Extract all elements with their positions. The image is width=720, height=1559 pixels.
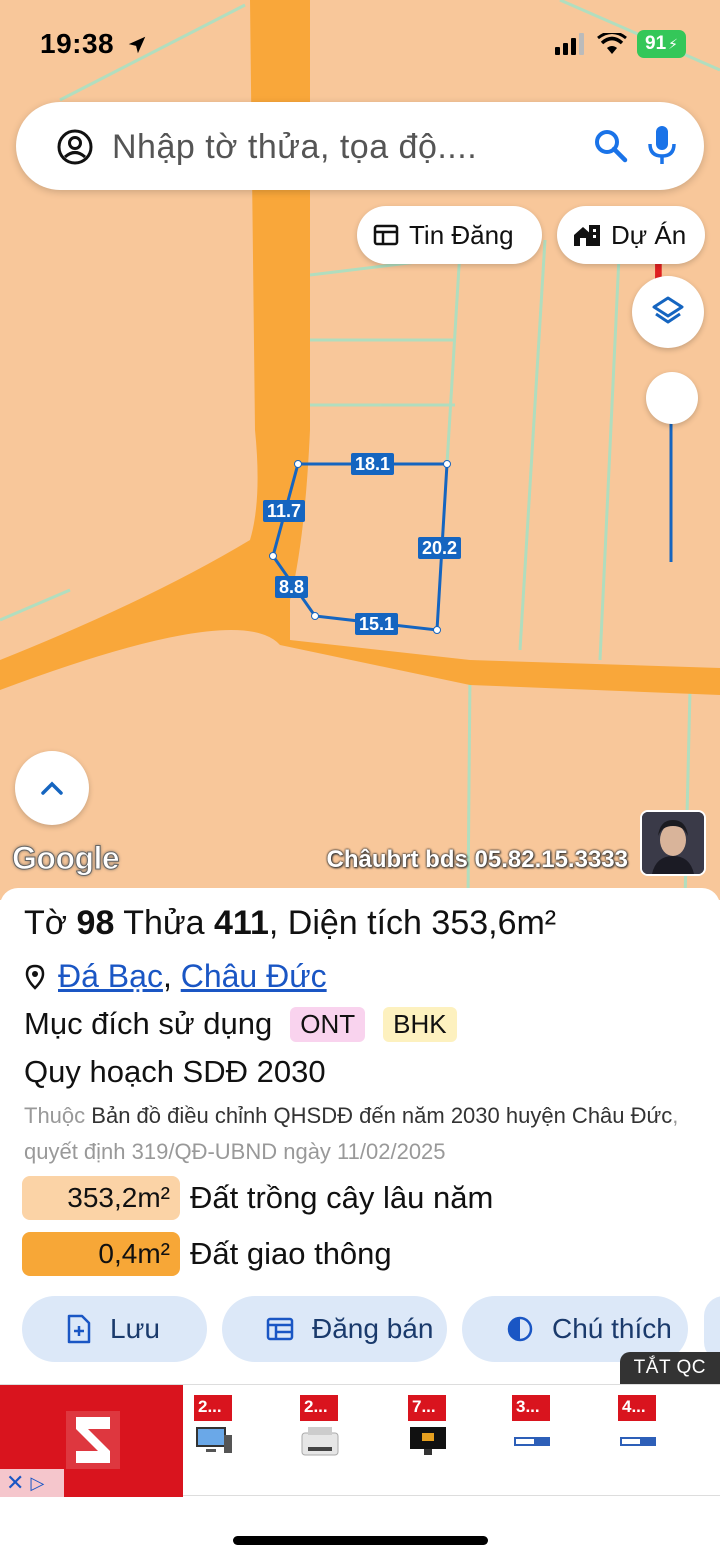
- signal-icon: [555, 33, 585, 55]
- sheet-label: Tờ: [24, 904, 68, 942]
- area-value-box: 353,2m²: [22, 1176, 180, 1220]
- status-indicators: 91 ⚡: [555, 30, 686, 58]
- brand-logo-icon: [66, 1411, 120, 1469]
- area-type-label: Đất giao thông: [190, 1236, 392, 1271]
- parcel-title: Tờ 98 Thửa 411, Diện tích 353,6m²: [24, 904, 556, 943]
- monitor-icon: [410, 1427, 446, 1455]
- expand-sheet-button[interactable]: [15, 751, 89, 825]
- post-sale-button-label: Đăng bán: [312, 1313, 434, 1344]
- edge-length-upper-left: 11.7: [263, 500, 306, 522]
- status-bar: 19:38 91 ⚡: [0, 0, 720, 92]
- ssd-icon: [514, 1437, 550, 1446]
- area-type-label: Đất trồng cây lâu năm: [190, 1180, 494, 1215]
- table-icon: [373, 224, 399, 246]
- close-ads-button[interactable]: TẮT QC: [619, 1352, 720, 1384]
- area-row-traffic: 0,4m² Đất giao thông: [22, 1232, 392, 1276]
- microphone-icon[interactable]: [646, 124, 678, 168]
- layers-icon: [652, 296, 684, 324]
- ssd-icon: [620, 1437, 656, 1446]
- area-value-box: 0,4m²: [22, 1232, 180, 1276]
- sheet-number: 98: [76, 904, 115, 942]
- plan-description: Thuộc Bản đồ điều chỉnh QHSDĐ đến năm 20…: [24, 1098, 704, 1170]
- printer-icon: [301, 1427, 339, 1456]
- purpose-label: Mục đích sử dụng: [24, 1006, 273, 1041]
- adchoices-icon[interactable]: ▷: [30, 1473, 44, 1494]
- search-input[interactable]: Nhập tờ thửa, tọa độ....: [112, 128, 477, 167]
- lot-label: Thửa: [123, 904, 205, 942]
- location-line: Đá Bạc, Châu Đức: [24, 958, 327, 995]
- google-logo: Google: [11, 840, 120, 877]
- table-icon: [266, 1317, 294, 1341]
- ad-price-badge: 7...: [408, 1395, 446, 1421]
- battery-level: 91: [645, 33, 667, 54]
- location-arrow-icon: [128, 36, 146, 54]
- layers-button[interactable]: [632, 276, 704, 348]
- edge-length-lower-left: 8.8: [275, 576, 309, 598]
- search-bar[interactable]: Nhập tờ thửa, tọa độ....: [16, 102, 704, 190]
- listings-chip-label: Tin Đăng: [409, 219, 514, 250]
- status-time: 19:38: [40, 28, 115, 59]
- location-pin-icon: [25, 964, 45, 990]
- edge-length-top: 18.1: [351, 453, 395, 475]
- save-button[interactable]: Lưu: [22, 1296, 207, 1362]
- close-icon[interactable]: ✕: [6, 1470, 24, 1496]
- ad-product[interactable]: 7...: [408, 1395, 468, 1464]
- avatar[interactable]: [640, 810, 706, 876]
- edge-length-right: 20.2: [418, 537, 462, 559]
- ad-price-badge: 3...: [512, 1395, 550, 1421]
- ad-choices[interactable]: ✕ ▷: [0, 1469, 64, 1497]
- chevron-up-icon: [41, 781, 63, 795]
- ad-price-badge: 4...: [618, 1395, 656, 1421]
- home-indicator[interactable]: [233, 1536, 488, 1545]
- save-button-label: Lưu: [110, 1313, 160, 1344]
- account-icon[interactable]: [56, 128, 94, 166]
- projects-chip[interactable]: Dự Án: [557, 206, 705, 264]
- projects-chip-label: Dự Án: [611, 219, 687, 250]
- area-label: , Diện tích: [268, 904, 422, 942]
- ad-product[interactable]: 2...: [194, 1395, 254, 1464]
- plan-title: Quy hoạch SDĐ 2030: [24, 1054, 326, 1089]
- land-use-purpose: Mục đích sử dụng ONT BHK: [24, 1006, 457, 1042]
- legend-button-label: Chú thích: [552, 1313, 672, 1344]
- edge-length-bottom: 15.1: [355, 613, 399, 635]
- parcel-info-sheet: Tờ 98 Thửa 411, Diện tích 353,6m² Đá Bạc…: [0, 888, 720, 1388]
- ad-product[interactable]: 3...: [512, 1395, 572, 1464]
- avatar-image: [642, 812, 704, 874]
- lot-number: 411: [214, 904, 269, 942]
- wifi-icon: [597, 33, 627, 54]
- add-file-icon: [67, 1314, 91, 1344]
- search-icon[interactable]: [592, 127, 630, 165]
- desc-prefix: Thuộc: [24, 1103, 86, 1128]
- watermark-text: Châubrt bds 05.82.15.3333: [326, 846, 628, 873]
- contrast-icon: [507, 1316, 533, 1342]
- commune-link[interactable]: Đá Bạc: [58, 958, 163, 994]
- zoom-slider-handle[interactable]: [646, 372, 698, 424]
- listings-chip[interactable]: Tin Đăng: [357, 206, 542, 264]
- computer-icon: [196, 1427, 232, 1453]
- ad-product[interactable]: 4...: [618, 1395, 678, 1464]
- buildings-icon: [574, 225, 600, 246]
- ad-banner[interactable]: ✕ ▷ 2... 2... 7... 3... 4...: [0, 1384, 720, 1497]
- desc-map-name: Bản đồ điều chỉnh QHSDĐ đến năm 2030 huy…: [91, 1103, 673, 1128]
- area-value: 353,6m²: [431, 904, 557, 942]
- district-link[interactable]: Châu Đức: [181, 958, 327, 994]
- purpose-tag-bhk[interactable]: BHK: [383, 1006, 457, 1042]
- purpose-tag-ont[interactable]: ONT: [290, 1006, 366, 1042]
- battery-indicator: 91 ⚡: [637, 30, 686, 58]
- ad-price-badge: 2...: [194, 1395, 232, 1421]
- area-row-perennial: 353,2m² Đất trồng cây lâu năm: [22, 1176, 493, 1220]
- ad-product[interactable]: 2...: [300, 1395, 360, 1464]
- ad-brand-panel[interactable]: ✕ ▷: [0, 1385, 183, 1497]
- ad-price-badge: 2...: [300, 1395, 338, 1421]
- post-sale-button[interactable]: Đăng bán: [222, 1296, 447, 1362]
